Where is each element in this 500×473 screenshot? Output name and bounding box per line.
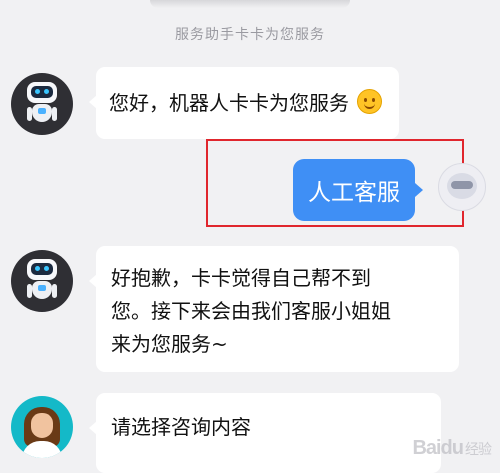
robot-left-eye — [35, 266, 40, 271]
watermark-brand: Baidu — [412, 437, 464, 459]
bot-transfer-line-2: 您。接下来会由我们客服小姐姐 — [111, 299, 391, 323]
user-avatar-icon — [438, 163, 486, 211]
human-service-message[interactable]: 人工客服 — [293, 159, 423, 221]
agent-face — [31, 413, 53, 438]
robot-right-arm — [52, 284, 57, 298]
watermark-suffix: 经验 — [465, 441, 492, 457]
robot-chest-light — [38, 108, 46, 114]
robot-chest-light — [38, 285, 46, 291]
robot-avatar-icon — [11, 73, 73, 135]
customer-service-avatar-icon — [11, 396, 73, 458]
robot-avatar-icon — [11, 250, 73, 312]
baidu-watermark: Baidu 经验 — [412, 437, 492, 460]
smile-emoji-icon — [357, 89, 383, 114]
robot-right-eye — [44, 266, 49, 271]
robot-left-arm — [27, 284, 32, 298]
robot-left-arm — [27, 107, 32, 121]
bot-transfer-message-bubble: 好抱歉，卡卡觉得自己帮不到 您。接下来会由我们客服小姐姐 来为您服务~ — [89, 246, 459, 372]
agent-message-bubble: 请选择咨询内容 — [89, 393, 441, 473]
user-avatar-mask — [451, 181, 473, 189]
robot-right-eye — [44, 89, 49, 94]
human-service-text: 人工客服 — [308, 180, 400, 206]
bot-transfer-line-3: 来为您服务~ — [111, 332, 228, 356]
smile-mouth — [364, 101, 376, 109]
top-fade — [150, 0, 350, 8]
agent-consultation-text: 请选择咨询内容 — [111, 415, 251, 439]
service-assistant-notice: 服务助手卡卡为您服务 — [175, 27, 325, 43]
bot-transfer-line-1: 好抱歉，卡卡觉得自己帮不到 — [111, 266, 371, 290]
robot-right-arm — [52, 107, 57, 121]
bot-message-bubble: 您好，机器人卡卡为您服务 — [89, 67, 399, 139]
robot-left-eye — [35, 89, 40, 94]
bot-greeting-text: 您好，机器人卡卡为您服务 — [109, 91, 349, 115]
